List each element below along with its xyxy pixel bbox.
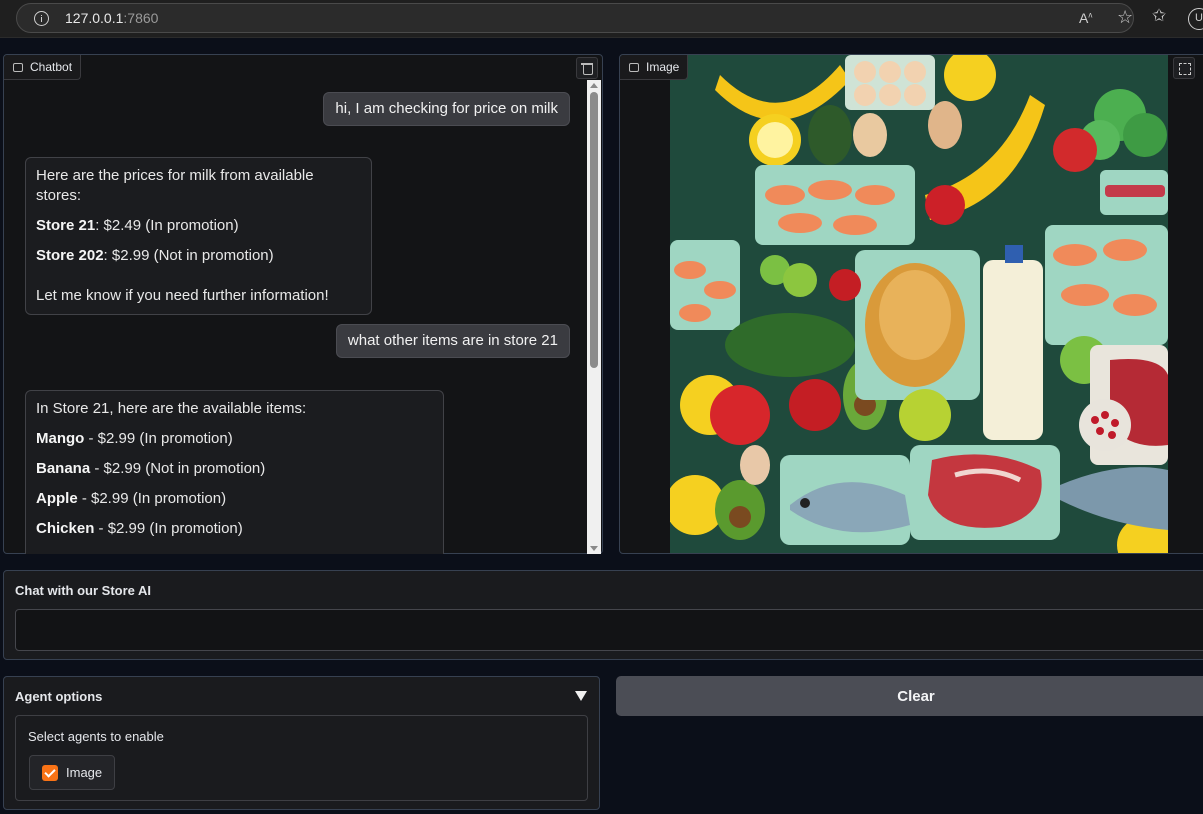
- chat-messages[interactable]: hi, I am checking for price on milk Here…: [4, 80, 588, 554]
- bot-line: Apple - $2.99 (In promotion): [36, 489, 433, 509]
- chatbot-label: Chatbot: [4, 55, 82, 80]
- chat-scrollbar[interactable]: [587, 80, 601, 554]
- store-name: Store 202: [36, 247, 104, 264]
- profile-avatar-icon[interactable]: U: [1188, 8, 1203, 30]
- chatbot-panel: Chatbot hi, I am checking for price on m…: [3, 54, 603, 554]
- groceries-image: [670, 55, 1168, 553]
- user-message-text: hi, I am checking for price on milk: [335, 100, 558, 117]
- bot-line: Store 202: $2.99 (Not in promotion): [36, 246, 361, 266]
- chatbot-label-text: Chatbot: [30, 60, 73, 74]
- groceries-illustration: [670, 55, 1168, 553]
- agent-options-title[interactable]: Agent options: [15, 689, 102, 704]
- item-name: Banana: [36, 460, 91, 477]
- url-host: 127.0.0.1: [65, 10, 124, 26]
- item-name: Mango: [36, 430, 85, 447]
- browser-toolbar: 127.0.0.1:7860 Aʌ ☆ ✩ U: [0, 0, 1203, 38]
- chat-input-panel: Chat with our Store AI: [3, 570, 1203, 660]
- collapse-caret-icon[interactable]: [575, 691, 587, 701]
- bot-message: Here are the prices for milk from availa…: [25, 157, 372, 315]
- scroll-down-icon[interactable]: [590, 546, 598, 551]
- checkbox-checked-icon[interactable]: [42, 765, 58, 781]
- store-price: : $2.99 (Not in promotion): [103, 247, 274, 264]
- chat-input[interactable]: [15, 609, 1203, 651]
- bot-line: Store 21: $2.49 (In promotion): [36, 216, 361, 236]
- user-message: hi, I am checking for price on milk: [323, 92, 570, 126]
- image-agent-label: Image: [66, 765, 103, 780]
- image-agent-checkbox[interactable]: Image: [29, 755, 115, 790]
- fullscreen-icon[interactable]: [1173, 57, 1195, 79]
- scroll-thumb[interactable]: [590, 92, 598, 368]
- item-name: Apple: [36, 490, 78, 507]
- agent-select-label: Select agents to enable: [28, 729, 164, 744]
- favorites-icon[interactable]: ✩: [1152, 6, 1166, 26]
- image-panel: Image: [619, 54, 1203, 554]
- favorite-star-icon[interactable]: ☆: [1117, 7, 1133, 28]
- site-info-icon[interactable]: [34, 11, 49, 26]
- agent-options-panel: Agent options Select agents to enable Im…: [3, 676, 600, 810]
- bot-line: Let me know if you need further informat…: [36, 287, 329, 304]
- item-price: - $2.99 (Not in promotion): [90, 460, 266, 477]
- image-icon: [629, 63, 639, 72]
- url-port: :7860: [123, 10, 159, 26]
- bot-line: Banana - $2.99 (Not in promotion): [36, 459, 433, 479]
- chat-input-label: Chat with our Store AI: [15, 583, 152, 598]
- item-price: - $2.99 (In promotion): [94, 520, 243, 537]
- user-message-text: what other items are in store 21: [347, 332, 558, 349]
- image-label: Image: [620, 55, 689, 80]
- clear-button[interactable]: Clear: [616, 676, 1203, 716]
- agent-select-group: Select agents to enable Image: [15, 715, 588, 801]
- bot-message: In Store 21, here are the available item…: [25, 390, 444, 554]
- store-name: Store 21: [36, 217, 96, 234]
- bot-line: In Store 21, here are the available item…: [36, 400, 307, 417]
- scroll-up-icon[interactable]: [590, 83, 598, 88]
- item-price: - $2.99 (In promotion): [77, 490, 227, 507]
- url-text: 127.0.0.1:7860: [65, 10, 158, 26]
- item-price: - $2.99 (In promotion): [84, 430, 233, 447]
- user-message: what other items are in store 21: [335, 324, 570, 358]
- chat-icon: [13, 63, 23, 72]
- image-label-text: Image: [646, 60, 680, 74]
- bot-line: Here are the prices for milk from availa…: [36, 167, 314, 204]
- item-name: Chicken: [36, 520, 95, 537]
- address-bar[interactable]: 127.0.0.1:7860 Aʌ ☆: [16, 3, 1134, 33]
- trash-icon[interactable]: [576, 57, 598, 79]
- store-price: : $2.49 (In promotion): [95, 217, 239, 234]
- read-aloud-icon[interactable]: Aʌ: [1079, 10, 1092, 26]
- bot-line: Chicken - $2.99 (In promotion): [36, 519, 433, 539]
- bot-line: Mango - $2.99 (In promotion): [36, 429, 433, 449]
